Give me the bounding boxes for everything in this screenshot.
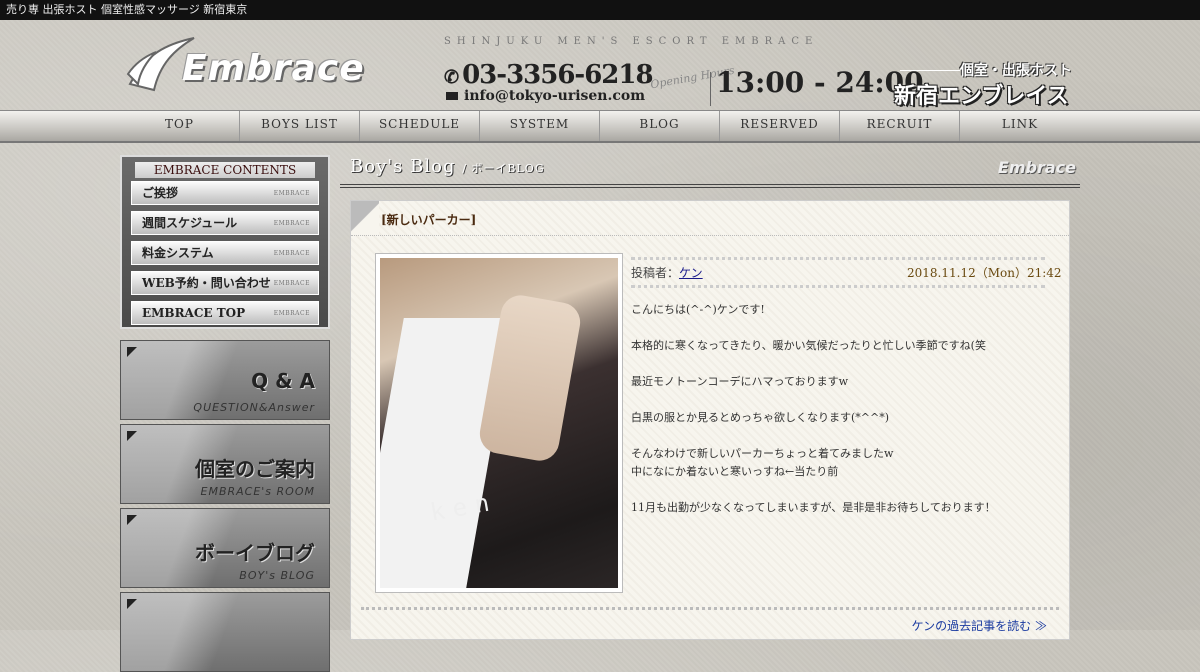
- email-address[interactable]: info@tokyo-urisen.com: [446, 88, 645, 104]
- triangle-icon: [127, 347, 137, 357]
- nav-item-schedule[interactable]: SCHEDULE: [360, 111, 480, 141]
- sidebar-item-tag: EMBRACE: [273, 280, 310, 287]
- email-text: info@tokyo-urisen.com: [464, 88, 646, 104]
- sidebar-item-tag: EMBRACE: [273, 310, 310, 317]
- sidebar-item-price-system[interactable]: 料金システム EMBRACE: [131, 241, 319, 265]
- shop-subtitle: 個室・出張ホスト: [960, 63, 1072, 79]
- nav-item-system[interactable]: SYSTEM: [480, 111, 600, 141]
- embrace-contents-box: EMBRACE CONTENTS ご挨拶 EMBRACE 週間スケジュール EM…: [120, 155, 330, 329]
- qa-banner[interactable]: Q & A QUESTION&Answer: [120, 340, 330, 420]
- post-line: 白黒の服とか見るとめっちゃ欲しくなります(*^^*): [631, 411, 890, 424]
- main-nav: TOP BOYS LIST SCHEDULE SYSTEM BLOG RESER…: [0, 110, 1200, 143]
- banner-title: ボーイブログ: [195, 541, 315, 565]
- sidebar-item-web-reservation[interactable]: WEB予約・問い合わせ EMBRACE: [131, 271, 319, 295]
- triangle-icon: [127, 431, 137, 441]
- page-title-sub: / ボーイBLOG: [462, 162, 545, 175]
- author-label: 投稿者：: [631, 266, 680, 280]
- page-heading: Boy's Blog / ボーイBLOG Embrace: [340, 152, 1080, 188]
- page-title: Boy's Blog / ボーイBLOG: [350, 156, 545, 177]
- post-body: こんにちは(^-^)ケンです! 本格的に寒くなってきたり、暖かい気候だったりと忙…: [631, 301, 1051, 517]
- post-bottom-divider: [361, 607, 1059, 610]
- post-line: 最近モノトーンコーデにハマっておりますw: [631, 375, 848, 388]
- blog-post: [新しいパーカー] ken 投稿者：ケン 2018.11.12（Mon）21:4…: [350, 200, 1070, 640]
- triangle-icon: [127, 515, 137, 525]
- nav-item-link[interactable]: LINK: [960, 111, 1080, 141]
- phone-number[interactable]: ✆ 03-3356-6218: [444, 60, 654, 90]
- phone-text: 03-3356-6218: [462, 60, 653, 90]
- nav-item-boys-list[interactable]: BOYS LIST: [240, 111, 360, 141]
- post-date: 2018.11.12（Mon）21:42: [907, 266, 1062, 280]
- next-banner[interactable]: [120, 592, 330, 672]
- mail-icon: [446, 92, 458, 100]
- contents-title: EMBRACE CONTENTS: [135, 162, 315, 178]
- tagline: SHINJUKU MEN'S ESCORT EMBRACE: [444, 36, 819, 47]
- nav-item-reserved[interactable]: RESERVED: [720, 111, 840, 141]
- hours-divider: [710, 72, 711, 106]
- banner-title: 個室のご案内: [195, 457, 315, 481]
- post-titlebar: [新しいパーカー]: [351, 201, 1069, 236]
- sidebar-item-greeting[interactable]: ご挨拶 EMBRACE: [131, 181, 319, 205]
- nav-item-recruit[interactable]: RECRUIT: [840, 111, 960, 141]
- author-link[interactable]: ケン: [679, 266, 703, 280]
- sidebar-item-label: EMBRACE TOP: [142, 306, 246, 320]
- opening-hours: 13:00 - 24:00: [716, 66, 924, 99]
- triangle-icon: [127, 599, 137, 609]
- sidebar-item-label: ご挨拶: [142, 186, 179, 200]
- meta-divider-bottom: [631, 285, 1045, 288]
- sidebar-item-tag: EMBRACE: [273, 250, 310, 257]
- corner-decoration: [351, 201, 379, 235]
- sidebar-item-embrace-top[interactable]: EMBRACE TOP EMBRACE: [131, 301, 319, 325]
- post-line: 本格的に寒くなってきたり、暖かい気候だったりと忙しい季節ですね(笑: [631, 339, 986, 352]
- shop-line: [900, 70, 960, 71]
- heading-logo: Embrace: [997, 158, 1076, 177]
- site-header: Embrace SHINJUKU MEN'S ESCORT EMBRACE ✆ 0…: [0, 20, 1200, 110]
- banner-subtitle: BOY's BLOG: [239, 569, 315, 582]
- sidebar-item-label: 週間スケジュール: [142, 216, 238, 230]
- meta-divider-top: [631, 257, 1045, 260]
- site-logo[interactable]: Embrace: [126, 34, 396, 98]
- past-articles-link[interactable]: ケンの過去記事を読む ≫: [912, 617, 1047, 634]
- post-line: こんにちは(^-^)ケンです!: [631, 303, 765, 316]
- post-line: 11月も出勤が少なくなってしまいますが、是非是非お待ちしております！: [631, 501, 996, 514]
- banner-subtitle: EMBRACE's ROOM: [200, 485, 315, 498]
- banner-title: Q & A: [251, 369, 315, 393]
- post-title: [新しいパーカー]: [381, 213, 477, 227]
- photo-image: ken: [380, 258, 618, 588]
- sidebar-item-tag: EMBRACE: [273, 190, 310, 197]
- sidebar-item-label: 料金システム: [142, 246, 214, 260]
- phone-icon: ✆: [444, 67, 459, 88]
- post-photo[interactable]: ken: [375, 253, 623, 593]
- sidebar-item-label: WEB予約・問い合わせ: [142, 276, 271, 290]
- logo-wordmark: Embrace: [182, 48, 365, 89]
- top-seo-bar: 売り専 出張ホスト 個室性感マッサージ 新宿東京: [0, 0, 1200, 20]
- post-line: そんなわけで新しいパーカーちょっと着てみましたw: [631, 447, 894, 460]
- sidebar-item-tag: EMBRACE: [273, 220, 310, 227]
- room-guide-banner[interactable]: 個室のご案内 EMBRACE's ROOM: [120, 424, 330, 504]
- banner-subtitle: QUESTION&Answer: [193, 401, 315, 414]
- boy-blog-banner[interactable]: ボーイブログ BOY's BLOG: [120, 508, 330, 588]
- post-author: 投稿者：ケン: [631, 264, 703, 281]
- sidebar-item-weekly-schedule[interactable]: 週間スケジュール EMBRACE: [131, 211, 319, 235]
- shop-name: 新宿エンブレイス: [894, 84, 1069, 109]
- post-line: 中になにか着ないと寒いっすね←当たり前: [631, 465, 839, 478]
- nav-item-blog[interactable]: BLOG: [600, 111, 720, 141]
- nav-item-top[interactable]: TOP: [120, 111, 240, 141]
